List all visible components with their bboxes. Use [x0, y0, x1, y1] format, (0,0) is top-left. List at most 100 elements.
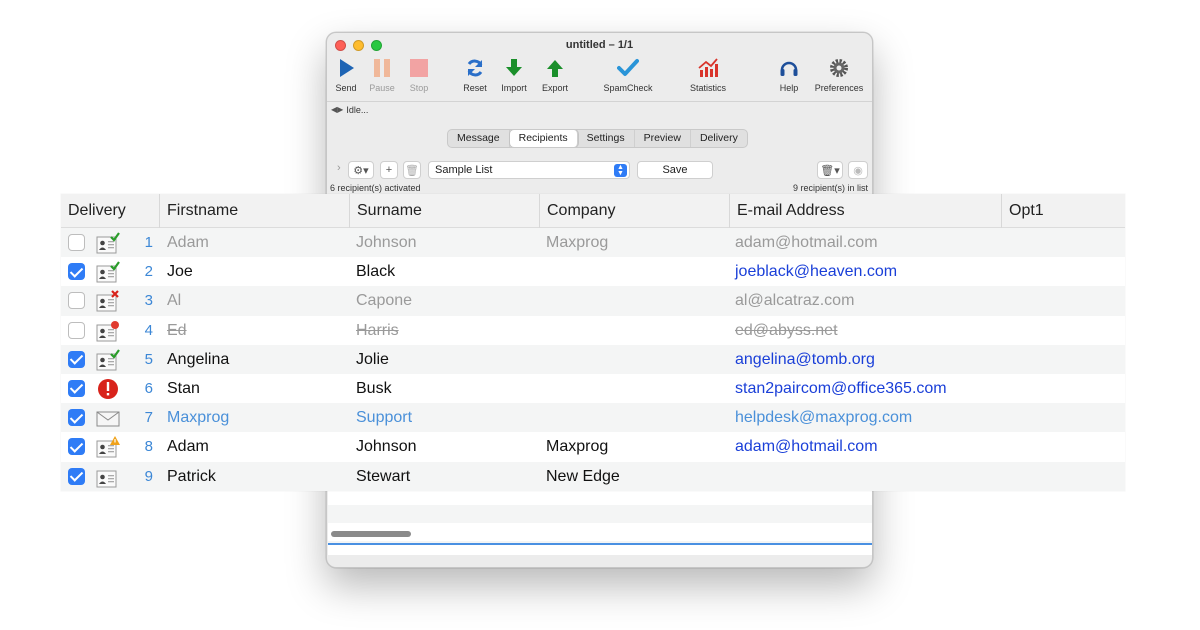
cell-email[interactable]: adam@hotmail.com	[735, 432, 878, 461]
arrow-down-icon	[506, 59, 522, 76]
table-row[interactable]: 1 Adam Johnson Maxprog adam@hotmail.com	[61, 228, 1125, 258]
trash-icon: 🗑	[405, 164, 419, 177]
cell-email[interactable]: helpdesk@maxprog.com	[735, 403, 912, 432]
delivery-checkbox[interactable]	[68, 350, 85, 368]
save-button[interactable]: Save	[637, 161, 713, 179]
list-count: 9 recipient(s) in list	[792, 183, 868, 193]
statistics-button[interactable]: Statistics	[680, 57, 736, 93]
toolbar: Send Pause Stop Reset Import Export Spam…	[327, 57, 872, 99]
trash-menu-button[interactable]: 🗑▾	[817, 161, 843, 179]
status-bar: ◀▶ Idle...	[327, 101, 872, 117]
row-number: 9	[144, 467, 153, 485]
delivery-checkbox[interactable]	[68, 263, 85, 281]
cell-firstname: Joe	[167, 263, 193, 281]
tab-preview[interactable]: Preview	[635, 130, 691, 147]
tab-delivery[interactable]: Delivery	[691, 130, 747, 147]
column-header-company[interactable]: Company	[539, 194, 729, 228]
delivery-checkbox[interactable]	[68, 438, 85, 456]
row-number: 4	[144, 321, 153, 339]
cell-email[interactable]: adam@hotmail.com	[735, 228, 878, 257]
cell-firstname: Maxprog	[167, 409, 230, 427]
stop-button[interactable]: Stop	[391, 57, 447, 93]
cell-email[interactable]: al@alcatraz.com	[735, 286, 854, 315]
table-body: 1 Adam Johnson Maxprog adam@hotmail.com 2 Joe B…	[61, 228, 1125, 491]
cell-surname: Stewart	[356, 467, 411, 485]
cell-firstname: Angelina	[167, 350, 230, 368]
focus-line	[328, 543, 872, 545]
checkmark-icon	[617, 59, 639, 76]
table-header: Delivery Firstname Surname Company E-mai…	[61, 194, 1125, 228]
action-menu-button[interactable]: ⚙▾	[348, 161, 374, 179]
table-row[interactable]: 6 Stan Busk stan2paircom@office365.com	[61, 374, 1125, 403]
pause-icon	[374, 59, 390, 77]
table-row[interactable]: 7 Maxprog Support helpdesk@maxprog.com	[61, 403, 1125, 433]
table-row[interactable]: 5 Angelina Jolie angelina@tomb.org	[61, 344, 1125, 374]
chevron-right-icon[interactable]: ›	[337, 162, 341, 174]
cell-firstname: Al	[167, 292, 182, 310]
cell-surname: Capone	[356, 292, 413, 310]
delivery-checkbox[interactable]	[68, 234, 85, 251]
row-number: 1	[144, 234, 153, 251]
delivery-checkbox[interactable]	[68, 409, 85, 427]
tab-settings[interactable]: Settings	[578, 130, 635, 147]
cell-surname: Jolie	[356, 350, 389, 368]
delete-recipient-button[interactable]: 🗑	[403, 161, 421, 179]
delivery-checkbox[interactable]	[68, 467, 85, 485]
table-row[interactable]: 8 Adam Johnson Maxprog adam@hotmail.com	[61, 432, 1125, 461]
spamcheck-button[interactable]: SpamCheck	[600, 57, 656, 93]
contact-card-warning-icon	[96, 436, 120, 458]
row-number: 5	[144, 350, 153, 368]
gear-icon: ⚙▾	[353, 164, 369, 177]
row-number: 2	[144, 263, 153, 281]
cell-firstname: Adam	[167, 234, 209, 251]
contact-card-valid-icon	[96, 232, 120, 254]
cell-email[interactable]: joeblack@heaven.com	[735, 257, 897, 286]
delivery-checkbox[interactable]	[68, 321, 85, 339]
row-number: 6	[144, 379, 153, 397]
contact-card-plain-icon	[96, 466, 120, 488]
row-number: 8	[144, 438, 153, 456]
tab-recipients[interactable]: Recipients	[509, 130, 578, 147]
column-header-firstname[interactable]: Firstname	[159, 194, 349, 228]
error-icon	[96, 378, 120, 400]
column-header-email[interactable]: E-mail Address	[729, 194, 1001, 228]
chart-icon	[698, 58, 718, 77]
export-button[interactable]: Export	[527, 57, 583, 93]
row-number: 7	[144, 409, 153, 427]
cell-surname: Black	[356, 263, 396, 281]
contact-card-valid-icon	[96, 349, 120, 371]
table-row[interactable]: 3 Al Capone al@alcatraz.com	[61, 286, 1125, 316]
table-row[interactable]: 9 Patrick Stewart New Edge	[61, 461, 1125, 491]
list-select[interactable]: Sample List ▲ ▼	[428, 161, 630, 179]
cell-firstname: Stan	[167, 379, 200, 397]
cell-email[interactable]: stan2paircom@office365.com	[735, 374, 947, 403]
tab-message[interactable]: Message	[448, 130, 510, 147]
cell-email[interactable]: angelina@tomb.org	[735, 345, 875, 374]
preview-button[interactable]: ◉	[848, 161, 868, 179]
contact-card-invalid-icon	[96, 290, 120, 312]
column-header-opt1[interactable]: Opt1	[1001, 194, 1125, 228]
delivery-checkbox[interactable]	[68, 292, 85, 310]
column-header-surname[interactable]: Surname	[349, 194, 539, 228]
horizontal-scrollbar[interactable]	[331, 531, 411, 537]
cell-surname: Johnson	[356, 234, 417, 251]
help-button[interactable]: Help	[761, 57, 817, 93]
cell-surname: Busk	[356, 379, 392, 397]
cell-surname: Support	[356, 409, 413, 427]
table-row[interactable]: 4 Ed Harris ed@abyss.net	[61, 316, 1125, 345]
window-title: untitled – 1/1	[565, 39, 634, 51]
cell-email[interactable]: ed@abyss.net	[735, 316, 838, 345]
empty-row	[328, 505, 872, 523]
stop-icon	[410, 59, 428, 77]
status-text: Idle...	[346, 104, 369, 115]
gear-icon	[830, 59, 848, 77]
add-recipient-button[interactable]: +	[380, 161, 398, 179]
plus-icon: +	[385, 164, 393, 176]
delivery-checkbox[interactable]	[68, 379, 85, 397]
column-header-delivery[interactable]: Delivery	[61, 194, 159, 228]
cell-firstname: Patrick	[167, 467, 216, 485]
cell-company: New Edge	[546, 467, 620, 485]
list-toolbar: › ⚙▾ + 🗑 Sample List ▲ ▼ Save 🗑▾ ◉	[327, 159, 872, 181]
table-row[interactable]: 2 Joe Black joeblack@heaven.com	[61, 257, 1125, 286]
preferences-button[interactable]: Preferences	[811, 57, 867, 93]
